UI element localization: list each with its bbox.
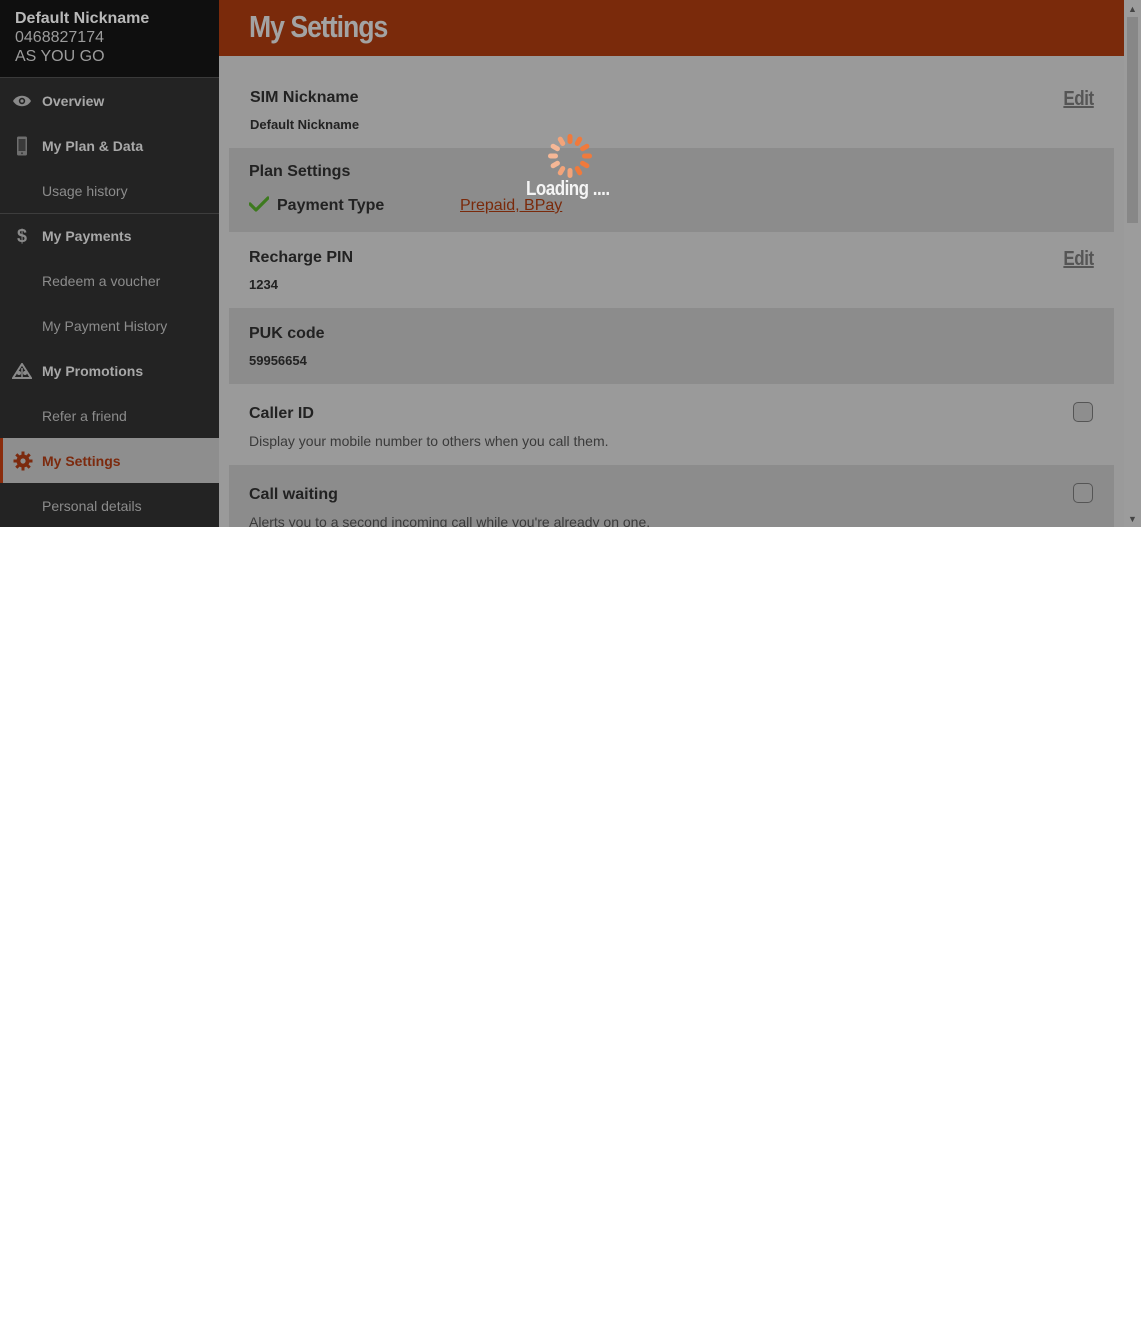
call-waiting-toggle[interactable] [1073,483,1093,503]
sidebar-item-label: Refer a friend [42,407,127,424]
sidebar-item-overview[interactable]: Overview [0,78,219,123]
page-header: My Settings [219,0,1124,56]
sidebar-item-label: My Promotions [42,362,144,379]
account-number: 0468827174 [15,29,104,46]
recharge-pin-value: 1234 [249,277,278,292]
caller-id-description: Display your mobile number to others whe… [249,433,609,449]
app-viewport: Default Nickname 0468827174 AS YOU GO Ov… [0,0,1141,527]
call-waiting-title: Call waiting [249,486,338,503]
settings-panel: SIM Nickname Default Nickname Edit Plan … [219,56,1124,527]
page-title: My Settings [249,9,388,44]
sidebar: Default Nickname 0468827174 AS YOU GO Ov… [0,0,219,527]
account-summary: Default Nickname 0468827174 AS YOU GO [0,0,219,78]
sidebar-item-payments[interactable]: $ My Payments [0,213,219,258]
puk-code-title: PUK code [249,325,325,342]
puk-code-value: 59956654 [249,353,307,368]
call-waiting-description: Alerts you to a second incoming call whi… [249,514,651,527]
sidebar-item-redeem-voucher[interactable]: Redeem a voucher [0,258,219,303]
caller-id-title: Caller ID [249,405,314,422]
dollar-icon: $ [16,225,27,246]
scroll-down-icon[interactable]: ▼ [1124,510,1141,527]
sidebar-item-label: My Plan & Data [42,137,144,154]
sidebar-item-payment-history[interactable]: My Payment History [0,303,219,348]
puk-code-row: PUK code 59956654 [229,308,1114,384]
payment-type-label: Payment Type [277,197,385,214]
vertical-scrollbar[interactable]: ▲ ▼ [1124,0,1141,527]
caller-id-toggle[interactable] [1073,402,1093,422]
scrollbar-thumb[interactable] [1127,17,1138,223]
spinner-icon [548,134,592,178]
loading-indicator: Loading .... [526,130,616,210]
sim-nickname-value: Default Nickname [250,117,360,132]
sim-nickname-edit-link[interactable]: Edit [1064,88,1095,111]
check-icon [248,196,270,217]
recharge-pin-edit-link[interactable]: Edit [1064,248,1095,271]
recharge-pin-row: Recharge PIN 1234 Edit [229,232,1114,308]
sidebar-item-personal-details[interactable]: Personal details [0,483,219,527]
sidebar-item-label: Usage history [42,182,128,199]
caller-id-row: Caller ID Display your mobile number to … [229,384,1114,465]
phone-icon [0,136,42,156]
sidebar-item-refer-friend[interactable]: Refer a friend [0,393,219,438]
sidebar-item-label: My Settings [42,452,121,469]
account-plan: AS YOU GO [15,48,105,65]
loading-text: Loading .... [526,178,610,200]
sidebar-item-settings[interactable]: My Settings [0,438,219,483]
call-waiting-row: Call waiting Alerts you to a second inco… [229,465,1114,527]
sidebar-item-promotions[interactable]: My Promotions [0,348,219,393]
plan-settings-row: Plan Settings Payment Type Prepaid, BPay [229,148,1114,232]
plan-settings-title: Plan Settings [249,163,351,180]
sidebar-item-label: Personal details [42,497,142,514]
scroll-up-icon[interactable]: ▲ [1124,0,1141,17]
gear-icon [3,451,42,471]
sidebar-item-usage-history[interactable]: Usage history [0,168,219,213]
sidebar-item-label: Overview [42,92,105,109]
eye-icon [0,94,42,108]
sidebar-item-plan-data[interactable]: My Plan & Data [0,123,219,168]
sidebar-item-label: My Payments [42,228,132,244]
recharge-pin-title: Recharge PIN [249,249,354,266]
account-nickname: Default Nickname [15,10,150,27]
sim-nickname-row: SIM Nickname Default Nickname Edit [229,56,1114,148]
sim-nickname-title: SIM Nickname [250,89,359,106]
sidebar-item-label: Redeem a voucher [42,272,161,289]
promotions-icon [0,362,42,379]
sidebar-item-label: My Payment History [42,317,168,334]
